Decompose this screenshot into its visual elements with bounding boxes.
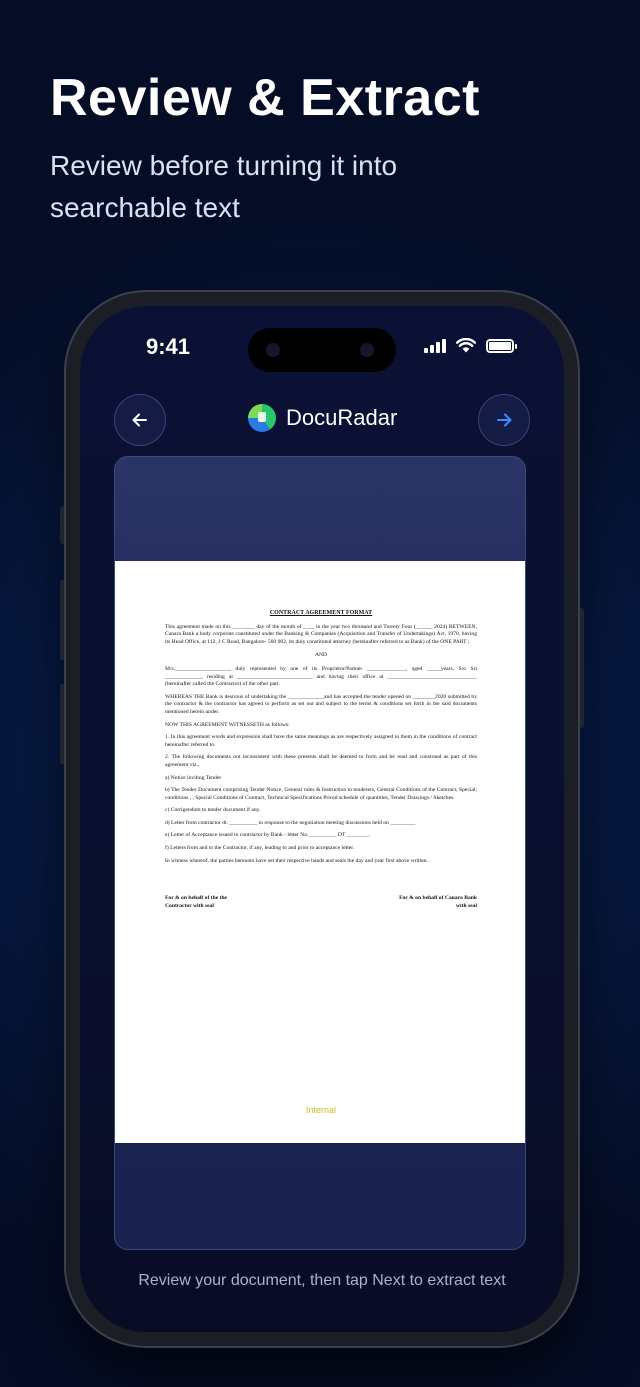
document-paragraph: NOW THIS AGREEMENT WITNESSETH as follows… — [165, 721, 290, 728]
app-logo-icon — [248, 404, 276, 432]
document-paragraph: b) The Tender Document comprising Tender… — [165, 787, 477, 801]
document-paragraph: In witness whereof, the parties hereunto… — [165, 857, 428, 864]
document-watermark: Internal — [305, 1105, 337, 1115]
back-button[interactable] — [114, 394, 166, 446]
phone-frame: 9:41 DocuRadar CONTRACT AGREEMENT FORMAT… — [66, 292, 578, 1346]
status-icons — [424, 338, 517, 353]
app-brand: DocuRadar — [248, 404, 397, 432]
signature-right: For & on behalf of Canara Bank with seal — [399, 895, 477, 909]
wifi-icon — [456, 338, 476, 353]
document-title: CONTRACT AGREEMENT FORMAT — [269, 610, 373, 616]
document-paragraph: M/s.____________________ duly represente… — [165, 665, 477, 688]
document-paragraph: 2. The following documents not inconsist… — [165, 754, 477, 768]
phone-screen: 9:41 DocuRadar CONTRACT AGREEMENT FORMAT… — [80, 306, 564, 1332]
next-button[interactable] — [478, 394, 530, 446]
document-paragraph: d) Letter from contractor dt. __________… — [165, 819, 416, 826]
arrow-left-icon — [132, 413, 147, 427]
document-body: CONTRACT AGREEMENT FORMAT This agreement… — [165, 610, 477, 910]
signal-icon — [424, 338, 446, 353]
document-paragraph: WHEREAS THE Bank is desirous of undertak… — [165, 693, 477, 715]
document-page: CONTRACT AGREEMENT FORMAT This agreement… — [115, 561, 525, 1143]
document-paragraph: 1. In this agreement words and expressio… — [165, 734, 477, 748]
document-paragraph: a) Notice inviting Tender — [165, 774, 222, 781]
side-button-power — [578, 608, 584, 728]
document-paragraph: f) Letters from and to the Contractor, i… — [165, 845, 355, 852]
hint-text: Review your document, then tap Next to e… — [138, 1272, 506, 1289]
document-paragraph: This agreement made on this ________ day… — [165, 623, 477, 645]
document-paragraph: c) Corrigendum to tender document if any… — [165, 807, 261, 814]
headline: Review & Extract — [50, 69, 480, 127]
subheadline: Review before turning it into searchable… — [50, 150, 398, 223]
sensor-icon — [360, 343, 374, 357]
brand-name: DocuRadar — [286, 405, 398, 430]
status-time: 9:41 — [146, 334, 191, 359]
signature-left: For & on behalf of the the Contractor wi… — [165, 895, 228, 909]
document-paragraph: e) Letter of Acceptance issued to contra… — [165, 832, 371, 839]
document-paragraph: AND — [314, 652, 328, 659]
battery-icon — [486, 338, 517, 353]
dynamic-island — [248, 328, 396, 372]
document-preview[interactable]: CONTRACT AGREEMENT FORMAT This agreement… — [114, 456, 526, 1250]
arrow-right-icon — [497, 413, 512, 427]
camera-icon — [266, 343, 280, 357]
signature-block: For & on behalf of the the Contractor wi… — [165, 895, 477, 910]
